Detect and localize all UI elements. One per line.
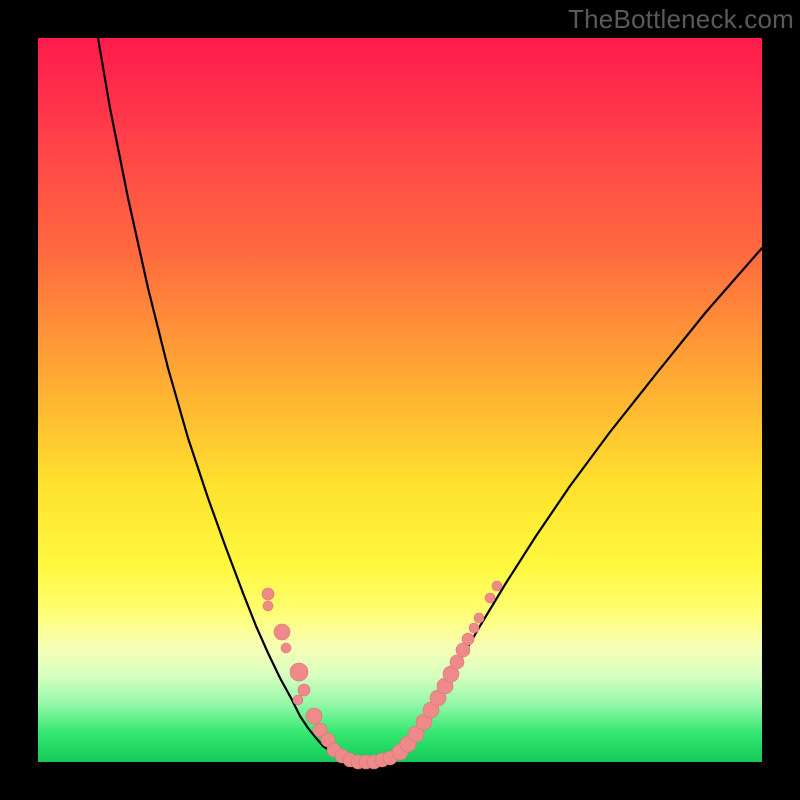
highlight-dot xyxy=(263,601,273,611)
highlight-dot xyxy=(469,623,479,633)
highlight-dot xyxy=(298,684,310,696)
highlight-dot xyxy=(274,624,290,640)
highlight-dot xyxy=(474,613,484,623)
watermark-text: TheBottleneck.com xyxy=(568,6,794,32)
highlight-dot xyxy=(281,643,291,653)
plot-area xyxy=(38,38,762,762)
curve-svg xyxy=(38,38,762,762)
highlight-dot xyxy=(485,593,495,603)
highlight-dot xyxy=(293,695,303,705)
highlight-dot xyxy=(462,633,474,645)
curve-left-branch xyxy=(98,38,330,751)
highlight-dot xyxy=(492,581,502,591)
highlight-dot xyxy=(306,708,322,724)
markers-group xyxy=(262,581,502,769)
highlight-dot xyxy=(290,663,308,681)
chart-stage: TheBottleneck.com xyxy=(0,0,800,800)
highlight-dot xyxy=(262,588,274,600)
